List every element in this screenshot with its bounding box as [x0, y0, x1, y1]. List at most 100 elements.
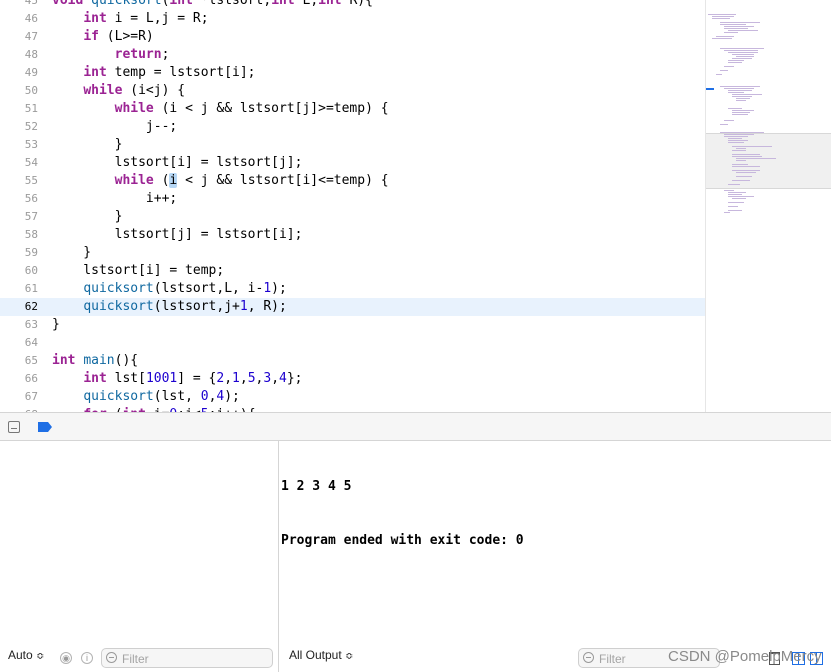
minimap-line	[732, 170, 760, 171]
minimap-line	[732, 94, 762, 95]
chevron-updown-icon: ≎	[345, 651, 354, 662]
code-line[interactable]: 64	[0, 334, 705, 352]
minimap-line	[732, 58, 752, 59]
code-line[interactable]: 45 void quicksort(int *lstsort,int L,int …	[0, 0, 705, 10]
minimap-viewport[interactable]	[706, 133, 831, 189]
code-text: }	[52, 208, 123, 226]
minimap-line	[728, 62, 742, 63]
code-token: ;	[161, 47, 170, 62]
console-pane[interactable]: 1 2 3 4 5 Program ended with exit code: …	[279, 441, 831, 672]
minimap-line	[728, 30, 758, 31]
code-token: i = L,j = R;	[106, 11, 209, 26]
code-token: (L>=R)	[98, 29, 154, 44]
code-line[interactable]: 46 int i = L,j = R;	[0, 10, 705, 28]
minimap-line	[724, 50, 758, 51]
code-editor[interactable]: 45 void quicksort(int *lstsort,int L,int …	[0, 0, 705, 412]
code-line[interactable]: 50 while (i<j) {	[0, 82, 705, 100]
code-token: ,	[271, 371, 280, 386]
panel-toggle-icon[interactable]	[8, 421, 20, 433]
minimap-line	[736, 148, 746, 149]
code-token: (	[153, 173, 170, 188]
line-number: 45	[24, 0, 38, 7]
code-token: 3	[263, 371, 272, 386]
code-token: 1	[232, 371, 240, 386]
code-text: void quicksort(int *lstsort,int L,int R)…	[52, 0, 373, 10]
code-line[interactable]: 65 int main(){	[0, 352, 705, 370]
scope-select[interactable]: Auto ≎	[8, 648, 44, 670]
line-number: 63	[24, 318, 38, 331]
code-text: }	[52, 136, 123, 154]
minimap-line	[724, 88, 754, 89]
code-line[interactable]: 49 int temp = lstsort[i];	[0, 64, 705, 82]
code-line[interactable]: 63}	[0, 316, 705, 334]
minimap-line	[724, 190, 734, 191]
code-line[interactable]: 54 lstsort[i] = lstsort[j];	[0, 154, 705, 172]
code-token: ,	[224, 371, 233, 386]
minimap-line	[724, 32, 738, 33]
code-token: < j && lstsort[i]<=temp) {	[177, 173, 389, 188]
code-token: R){	[341, 0, 373, 8]
console-line: Program ended with exit code: 0	[281, 533, 524, 548]
output-label: All Output	[289, 648, 342, 662]
code-line[interactable]: 61 quicksort(lstsort,L, i-1);	[0, 280, 705, 298]
info-icon[interactable]: i	[81, 652, 93, 664]
code-text: lstsort[j] = lstsort[i];	[52, 226, 303, 244]
code-token: , R);	[247, 299, 287, 314]
minimap-line	[732, 154, 760, 155]
code-line[interactable]: 53 }	[0, 136, 705, 154]
code-line[interactable]: 59 }	[0, 244, 705, 262]
minimap-line	[724, 134, 754, 135]
filter-placeholder: Filter	[599, 652, 626, 666]
code-text: int temp = lstsort[i];	[52, 64, 255, 82]
minimap-line	[736, 176, 752, 177]
variables-filter-input[interactable]: Filter	[101, 648, 273, 668]
line-number: 62	[24, 300, 38, 313]
code-line[interactable]: 56 i++;	[0, 190, 705, 208]
code-text: lstsort[i] = lstsort[j];	[52, 154, 303, 172]
code-token: int	[83, 65, 107, 80]
code-text: quicksort(lst, 0,4);	[52, 388, 240, 406]
code-line[interactable]: 51 while (i < j && lstsort[j]>=temp) {	[0, 100, 705, 118]
console-output: 1 2 3 4 5 Program ended with exit code: …	[281, 442, 524, 586]
minimap-line	[724, 120, 734, 121]
eye-icon[interactable]: ◉	[60, 652, 72, 664]
code-token: int	[271, 0, 295, 8]
code-text: int main(){	[52, 352, 138, 370]
code-line[interactable]: 60 lstsort[i] = temp;	[0, 262, 705, 280]
minimap-line	[732, 112, 750, 113]
code-line[interactable]: 57 }	[0, 208, 705, 226]
line-number: 55	[24, 174, 38, 187]
minimap-line	[728, 184, 740, 185]
code-token: ] = {	[177, 371, 217, 386]
line-number: 64	[24, 336, 38, 349]
code-line[interactable]: 52 j--;	[0, 118, 705, 136]
breakpoint-icon[interactable]	[38, 422, 52, 432]
code-token: ,	[239, 371, 248, 386]
code-line[interactable]: 47 if (L>=R)	[0, 28, 705, 46]
minimap-line	[736, 56, 754, 57]
code-line[interactable]: 62 quicksort(lstsort,j+1, R);	[0, 298, 705, 316]
line-number: 66	[24, 372, 38, 385]
line-number: 53	[24, 138, 38, 151]
output-select[interactable]: All Output ≎	[289, 648, 353, 670]
code-line[interactable]: 48 return;	[0, 46, 705, 64]
minimap-line	[732, 110, 754, 111]
line-number: 50	[24, 84, 38, 97]
minimap[interactable]	[705, 0, 831, 412]
code-text: if (L>=R)	[52, 28, 154, 46]
code-token: quicksort	[83, 389, 154, 404]
code-token: quicksort	[83, 299, 154, 314]
code-line[interactable]: 66 int lst[1001] = {2,1,5,3,4};	[0, 370, 705, 388]
minimap-line	[720, 86, 760, 87]
code-line[interactable]: 58 lstsort[j] = lstsort[i];	[0, 226, 705, 244]
code-token: while	[114, 173, 154, 188]
code-line[interactable]: 55 while (i < j && lstsort[i]<=temp) {	[0, 172, 705, 190]
code-line[interactable]: 67 quicksort(lst, 0,4);	[0, 388, 705, 406]
code-text: return;	[52, 46, 170, 64]
code-token: while	[114, 101, 154, 116]
minimap-line	[728, 210, 742, 211]
